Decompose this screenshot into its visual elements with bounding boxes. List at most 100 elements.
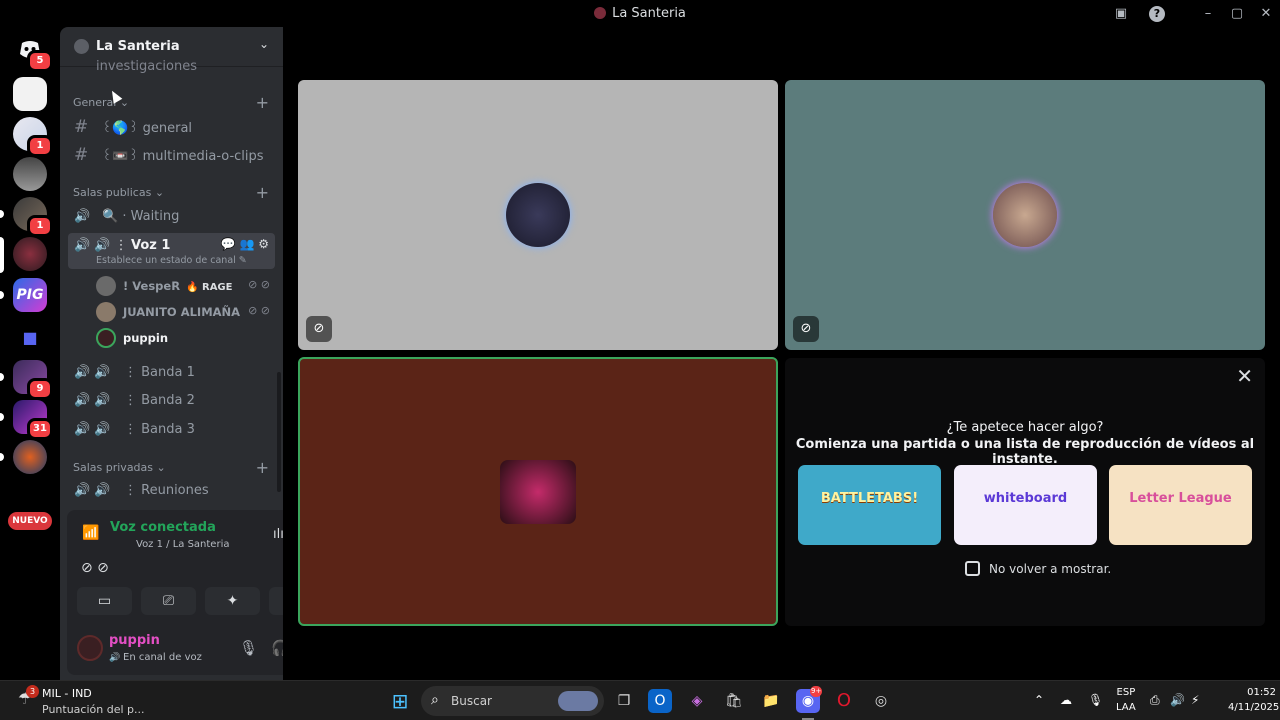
speaker-icon: 🔊 🔊 <box>74 393 111 408</box>
channel-banda-3[interactable]: 🔊 🔊 ⋮ Banda 3 <box>68 417 275 443</box>
partial-channel[interactable]: investigaciones <box>96 59 197 74</box>
voice-status-icon: 🔊 <box>109 653 121 663</box>
file-explorer-icon[interactable]: 📁 <box>759 689 783 713</box>
avatar <box>96 276 116 296</box>
camera-off-icon[interactable]: ▭ <box>77 587 132 615</box>
cloud-icon[interactable]: ☁ <box>1060 693 1072 707</box>
activity-shelf: ✕ ¿Te apetece hacer algo? Comienza una p… <box>785 358 1265 626</box>
server-b[interactable]: 1 <box>13 117 53 157</box>
search-highlight-image <box>558 691 598 711</box>
signal-icon[interactable]: 📶 <box>82 525 99 541</box>
video-off-icon: ⊘ <box>793 316 819 342</box>
close-window-button[interactable]: ✕ <box>1256 4 1276 24</box>
server-meltdown[interactable]: 9 <box>13 360 53 400</box>
headphones-icon[interactable]: 🎧 <box>271 639 283 657</box>
microphone-icon[interactable]: 🎙 <box>239 639 258 657</box>
close-icon[interactable]: ✕ <box>1236 364 1253 388</box>
add-channel-icon[interactable]: + <box>256 185 269 201</box>
server-pig[interactable]: PIG <box>13 278 47 312</box>
search-box[interactable]: ⌕ Buscar <box>421 686 604 716</box>
server-badge: 1 <box>27 135 53 157</box>
activity-card[interactable]: whiteboard <box>954 465 1097 545</box>
activity-card[interactable]: BATTLETABS! <box>798 465 941 545</box>
server-badge: 9 <box>27 378 53 400</box>
dont-show-checkbox[interactable] <box>965 561 980 576</box>
copilot-icon[interactable]: ◈ <box>685 689 709 713</box>
server-game[interactable] <box>13 440 47 474</box>
server-purple[interactable]: 31 <box>13 400 53 440</box>
channel-reuniones[interactable]: 🔊 🔊 ⋮ Reuniones <box>68 478 275 504</box>
channel-multimedia[interactable]: # ꒰📼꒱ multimedia-o-clips <box>68 142 275 168</box>
window-title: La Santeria <box>0 6 1280 21</box>
add-channel-icon[interactable]: + <box>256 460 269 476</box>
channel-banda-1[interactable]: 🔊 🔊 ⋮ Banda 1 <box>68 360 275 386</box>
discord-badge: 9+ <box>810 686 823 697</box>
video-tile[interactable]: ⊘ <box>298 80 778 350</box>
minimize-button[interactable]: – <box>1198 4 1218 24</box>
opera-icon[interactable]: O <box>832 689 856 713</box>
video-tile[interactable]: ⊘ <box>785 80 1265 350</box>
network-icon[interactable]: ⎙ <box>1150 693 1160 708</box>
user-name[interactable]: puppin <box>109 633 160 648</box>
screen-share-icon[interactable]: ⎚ <box>141 587 196 615</box>
add-channel-icon[interactable]: + <box>256 95 269 111</box>
user-status: En canal de voz <box>123 652 202 663</box>
voice-user[interactable]: ! VespeR 🔥 RAGE ⊘ ⊘ <box>96 274 276 298</box>
hash-icon: # <box>74 117 89 137</box>
avatar <box>993 183 1057 247</box>
task-view-icon[interactable]: ❐ <box>612 689 636 713</box>
server-a[interactable] <box>13 77 47 111</box>
monitor-icon[interactable]: ▣ <box>1111 4 1131 24</box>
new-badge[interactable]: NUEVO <box>8 512 52 530</box>
muted-icon: ⊘ ⊘ <box>248 278 270 291</box>
search-icon: ⌕ <box>431 692 439 708</box>
store-icon[interactable]: 🛍 <box>722 689 746 713</box>
channel-voz-1[interactable]: 🔊 🔊 ⋮ Voz 1 Establece un estado de canal… <box>68 233 275 269</box>
server-name: La Santeria <box>96 39 180 54</box>
scrollbar[interactable] <box>277 372 281 492</box>
outlook-icon[interactable]: O <box>648 689 672 713</box>
activities-icon[interactable]: ✦ <box>205 587 260 615</box>
avatar <box>500 460 576 524</box>
voice-user[interactable]: puppin <box>96 326 276 350</box>
language-indicator[interactable]: ESP LAA <box>1116 685 1136 715</box>
volume-icon[interactable]: 🔊 <box>1170 693 1185 707</box>
help-icon[interactable]: ? <box>1149 6 1165 22</box>
server-c[interactable] <box>13 157 47 191</box>
discord-home-button[interactable]: 5 <box>13 32 53 72</box>
channel-actions[interactable]: 💬 👥 ⚙ <box>221 237 269 251</box>
server-d[interactable]: 1 <box>13 197 53 237</box>
noise-suppression-icon[interactable]: ılı <box>273 527 283 542</box>
avatar[interactable] <box>77 635 103 661</box>
maximize-button[interactable]: ▢ <box>1227 4 1247 24</box>
voice-location[interactable]: Voz 1 / La Santeria <box>136 539 229 550</box>
battery-icon[interactable]: ⚡ <box>1191 693 1199 707</box>
channel-status[interactable]: Establece un estado de canal ✎ <box>96 255 247 266</box>
channel-banda-2[interactable]: 🔊 🔊 ⋮ Banda 2 <box>68 388 275 414</box>
hash-icon: # <box>74 145 89 165</box>
server-list: 5 1 1 PIG ■ 9 31 NUEVO <box>0 27 60 680</box>
category-salas-privadas[interactable]: Salas privadas ⌄ <box>73 461 166 474</box>
activity-card[interactable]: Letter League <box>1109 465 1252 545</box>
video-tile-speaking[interactable] <box>298 357 778 626</box>
widget-badge: 3 <box>26 685 39 698</box>
channel-waiting[interactable]: 🔊 🔍 · Waiting <box>68 204 275 230</box>
voice-user[interactable]: JUANITO ALIMAÑA ⊘ ⊘ <box>96 300 276 324</box>
steam-icon[interactable]: ◎ <box>869 689 893 713</box>
news-widget[interactable]: ☂ 3 MIL - IND Puntuación del p... <box>18 685 168 717</box>
voice-status[interactable]: Voz conectada <box>110 520 216 535</box>
tray-chevron-icon[interactable]: ⌃ <box>1034 693 1044 707</box>
home-badge: 5 <box>27 50 53 72</box>
folder-icon[interactable]: ■ <box>13 321 47 355</box>
dont-show-label[interactable]: No volver a mostrar. <box>989 562 1111 576</box>
channel-general[interactable]: # ꒰🌎꒱ general <box>68 114 275 140</box>
avatar <box>506 183 570 247</box>
soundboard-icon[interactable]: ♫ <box>269 587 283 615</box>
windows-start-icon[interactable]: ⊞ <box>388 689 412 713</box>
mic-tray-icon[interactable]: 🎙 <box>1088 693 1103 707</box>
speaker-icon: 🔊 🔊 <box>74 365 111 380</box>
server-la-santeria[interactable] <box>13 237 47 271</box>
clock[interactable]: 01:52 4/11/2025 <box>1228 685 1279 715</box>
category-salas-publicas[interactable]: Salas publicas ⌄ <box>73 186 164 199</box>
activity-subheading: Comienza una partida o una lista de repr… <box>795 437 1255 467</box>
